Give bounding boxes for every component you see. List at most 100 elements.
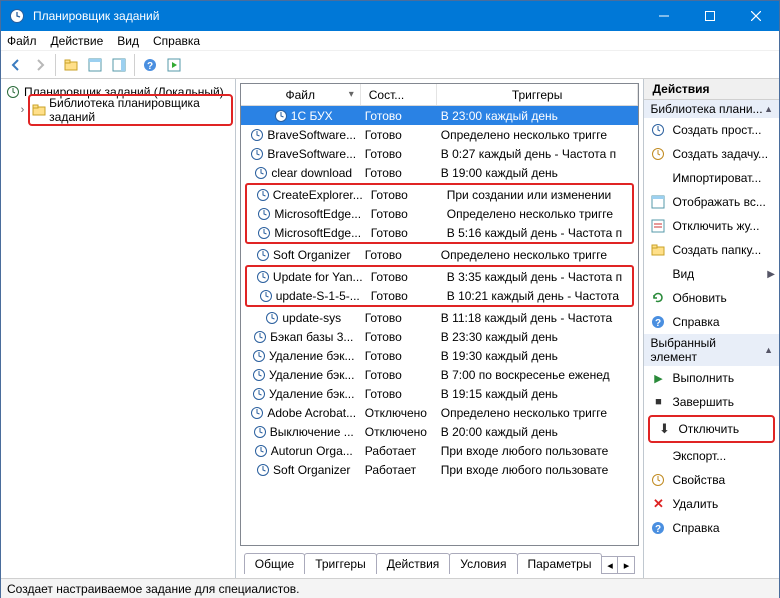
toolbar-panel2-button[interactable] <box>108 54 130 76</box>
task-row[interactable]: update-S-1-5-...ГотовоВ 10:21 каждый ден… <box>247 286 633 305</box>
action-item[interactable]: Экспорт... <box>644 444 779 468</box>
tab-params[interactable]: Параметры <box>517 553 603 574</box>
action-item-label: Создать папку... <box>672 243 761 257</box>
task-icon <box>252 329 268 345</box>
back-button[interactable] <box>5 54 27 76</box>
tab-general[interactable]: Общие <box>244 553 305 574</box>
task-state: Готово <box>367 207 443 221</box>
tab-actions[interactable]: Действия <box>376 553 451 574</box>
status-text: Создает настраиваемое задание для специа… <box>7 582 300 596</box>
actions-header: Действия <box>644 79 779 100</box>
action-item[interactable]: Свойства <box>644 468 779 492</box>
action-item[interactable]: ?Справка <box>644 310 779 334</box>
action-item-label: Выполнить <box>672 371 734 385</box>
task-row[interactable]: Выключение ...ОтключеноВ 20:00 каждый де… <box>241 422 639 441</box>
menu-file[interactable]: Файл <box>7 34 37 48</box>
log-icon <box>650 218 666 234</box>
task-icon <box>273 108 289 124</box>
tab-bar: Общие Триггеры Действия Условия Параметр… <box>240 548 640 574</box>
task-name: Выключение ... <box>270 425 354 439</box>
task-state: Готово <box>367 270 443 284</box>
task-row[interactable]: BraveSoftware...ГотовоОпределено несколь… <box>241 125 639 144</box>
task-row[interactable]: BraveSoftware...ГотовоВ 0:27 каждый день… <box>241 144 639 163</box>
minimize-button[interactable] <box>641 1 687 31</box>
task-row[interactable]: Удаление бэк...ГотовоВ 19:30 каждый день <box>241 346 639 365</box>
list-body[interactable]: 1С БУХГотовоВ 23:00 каждый деньBraveSoft… <box>241 106 639 545</box>
action-item[interactable]: Отображать вс... <box>644 190 779 214</box>
close-button[interactable] <box>733 1 779 31</box>
task-row[interactable]: clear downloadГотовоВ 19:00 каждый день <box>241 163 639 182</box>
action-item-label: Создать прост... <box>672 123 761 137</box>
toolbar-help-button[interactable]: ? <box>139 54 161 76</box>
col-state-label: Сост... <box>369 88 405 102</box>
actions-group-library[interactable]: Библиотека плани... ▲ <box>644 100 779 118</box>
action-item[interactable]: ?Справка <box>644 516 779 540</box>
maximize-button[interactable] <box>687 1 733 31</box>
toolbar: ? <box>1 51 779 79</box>
action-item[interactable]: Импортироват... <box>644 166 779 190</box>
menu-help[interactable]: Справка <box>153 34 200 48</box>
tab-conditions[interactable]: Условия <box>449 553 517 574</box>
action-item[interactable]: Создать прост... <box>644 118 779 142</box>
chevron-right-icon[interactable]: › <box>17 104 28 116</box>
action-item[interactable]: ▶ Выполнить <box>644 366 779 390</box>
tab-scroll-left[interactable]: ◂ <box>602 557 618 573</box>
forward-button[interactable] <box>29 54 51 76</box>
task-row[interactable]: MicrosoftEdge...ГотовоОпределено несколь… <box>247 204 633 223</box>
tab-triggers[interactable]: Триггеры <box>304 553 377 574</box>
disable-icon: ⬇ <box>656 421 672 437</box>
action-item[interactable]: ✕Удалить <box>644 492 779 516</box>
task-row[interactable]: 1С БУХГотовоВ 23:00 каждый день <box>241 106 639 125</box>
action-item[interactable]: Создать папку... <box>644 238 779 262</box>
task-trigger: В 11:18 каждый день - Частота <box>437 311 639 325</box>
tab-scroll-right[interactable]: ▸ <box>618 557 634 573</box>
action-item[interactable]: Вид▶ <box>644 262 779 286</box>
task-state: Готово <box>361 109 437 123</box>
collapse-icon: ▲ <box>764 104 773 114</box>
task-row[interactable]: MicrosoftEdge...ГотовоВ 5:16 каждый день… <box>247 223 633 242</box>
blank-icon <box>650 266 666 282</box>
task-row[interactable]: Update for Yan...ГотовоВ 3:35 каждый ден… <box>247 267 633 286</box>
action-item-label: Импортироват... <box>672 171 761 185</box>
tree-library[interactable]: › Библиотека планировщика заданий <box>3 101 233 119</box>
task-row[interactable]: update-sysГотовоВ 11:18 каждый день - Ча… <box>241 308 639 327</box>
menubar: Файл Действие Вид Справка <box>1 31 779 51</box>
col-file[interactable]: Файл▾ <box>241 84 361 105</box>
app-icon <box>9 8 25 24</box>
play-icon: ▶ <box>650 370 666 386</box>
task-row[interactable]: Soft OrganizerГотовоОпределено несколько… <box>241 245 639 264</box>
action-item[interactable]: Создать задачу... <box>644 142 779 166</box>
toolbar-panel1-button[interactable] <box>84 54 106 76</box>
action-item[interactable]: ■Завершить <box>644 390 779 414</box>
menu-action[interactable]: Действие <box>51 34 104 48</box>
action-item[interactable]: Обновить <box>644 286 779 310</box>
task-row[interactable]: Adobe Acrobat...ОтключеноОпределено неск… <box>241 403 639 422</box>
actions-group-selected[interactable]: Выбранный элемент ▲ <box>644 334 779 366</box>
task-row[interactable]: Autorun Orga...РаботаетПри входе любого … <box>241 441 639 460</box>
col-state[interactable]: Сост... <box>361 84 437 105</box>
task-name: Adobe Acrobat... <box>267 406 356 420</box>
task-state: Готово <box>361 128 437 142</box>
clocknew-icon <box>650 146 666 162</box>
svg-text:?: ? <box>147 61 153 72</box>
task-row[interactable]: Удаление бэк...ГотовоВ 19:15 каждый день <box>241 384 639 403</box>
task-name: Удаление бэк... <box>269 349 355 363</box>
task-icon <box>258 288 274 304</box>
task-row[interactable]: Удаление бэк...ГотовоВ 7:00 по воскресен… <box>241 365 639 384</box>
toolbar-run-button[interactable] <box>163 54 185 76</box>
action-item[interactable]: ⬇Отключить <box>650 417 773 441</box>
task-state: Готово <box>361 311 437 325</box>
menu-view[interactable]: Вид <box>117 34 139 48</box>
tab-scroll: ◂ ▸ <box>601 556 635 574</box>
task-icon <box>255 247 271 263</box>
tree-pane: Планировщик заданий (Локальный) › Библио… <box>1 79 236 578</box>
col-trigger[interactable]: Триггеры <box>437 84 639 105</box>
task-row[interactable]: CreateExplorer...ГотовоПри создании или … <box>247 185 633 204</box>
action-item[interactable]: Отключить жу... <box>644 214 779 238</box>
action-item-label: Обновить <box>672 291 726 305</box>
action-item-label: Справка <box>672 521 719 535</box>
task-name: Autorun Orga... <box>271 444 353 458</box>
toolbar-folder-button[interactable] <box>60 54 82 76</box>
task-row[interactable]: Бэкап базы 3...ГотовоВ 23:30 каждый день <box>241 327 639 346</box>
task-row[interactable]: Soft OrganizerРаботаетПри входе любого п… <box>241 460 639 479</box>
